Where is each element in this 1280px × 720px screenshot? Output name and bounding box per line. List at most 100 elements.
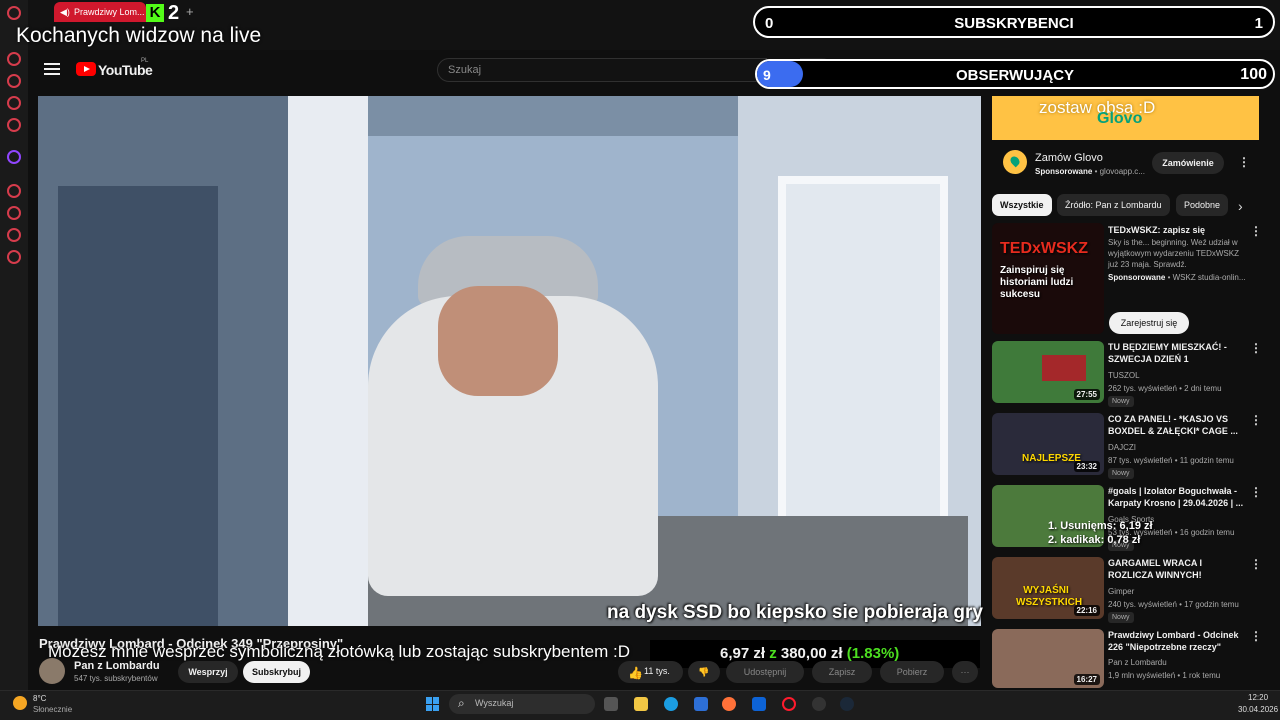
rec-badge: Nowy	[1108, 468, 1134, 479]
register-button[interactable]: Zarejestruj się	[1109, 312, 1189, 334]
rec-thumbnail[interactable]: NAJLEPSZE 23:32	[992, 413, 1104, 475]
sidebar-app-icon[interactable]	[7, 118, 21, 132]
rec-channel: WSKZ studia-onlin...	[1172, 273, 1246, 282]
chip-all[interactable]: Wszystkie	[992, 194, 1052, 216]
more-icon[interactable]: ⋮	[1238, 155, 1250, 169]
rec-channel[interactable]: Pan z Lombardu	[1108, 658, 1167, 667]
goal-sep: z	[769, 645, 777, 662]
new-tab-button[interactable]: +	[186, 4, 194, 19]
rec-meta: 262 tys. wyświetleń • 2 dni temu	[1108, 384, 1222, 393]
weather-sun-icon[interactable]	[13, 696, 27, 710]
tab-active[interactable]: ◀) Prawdziwy Lom...	[54, 2, 146, 22]
more-icon[interactable]: ⋮	[1250, 485, 1262, 499]
download-button[interactable]: Pobierz	[880, 661, 944, 683]
sidebar-app-icon[interactable]	[7, 206, 21, 220]
rec-title[interactable]: Prawdziwy Lombard - Odcinek 226 "Niepotr…	[1108, 629, 1244, 653]
more-icon[interactable]: ⋮	[1250, 224, 1262, 238]
rec-duration: 22:16	[1073, 605, 1100, 616]
rec-thumbnail[interactable]: 16:27	[992, 629, 1104, 688]
task-view-icon[interactable]	[604, 697, 618, 711]
opera-sidebar	[0, 0, 28, 690]
opera-logo-icon[interactable]	[7, 6, 21, 20]
rec-duration: 27:55	[1073, 389, 1100, 400]
thumbs-up-icon: 👍	[628, 666, 643, 680]
sidebar-app-icon[interactable]	[7, 52, 21, 66]
rec-channel[interactable]: DAJCZI	[1108, 443, 1136, 452]
like-count: 11 tys.	[644, 666, 670, 676]
store-icon[interactable]	[694, 697, 708, 711]
more-icon[interactable]: ⋮	[1250, 413, 1262, 427]
rec-thumbnail[interactable]: 27:55	[992, 341, 1104, 403]
order-button[interactable]: Zamówienie	[1152, 152, 1224, 174]
subscribe-button[interactable]: Subskrybuj	[243, 661, 310, 683]
chip-source[interactable]: Źródło: Pan z Lombardu	[1057, 194, 1170, 216]
edge-icon[interactable]	[664, 697, 678, 711]
donation-goal: 6,97 zł z 380,00 zł (1.83%)	[720, 645, 899, 662]
rec-title[interactable]: GARGAMEL WRACA I ROZLICZA WINNYCH!	[1108, 557, 1244, 581]
rec-meta: 240 tys. wyświetleń • 17 godzin temu	[1108, 600, 1239, 609]
channel-subs: 547 tys. subskrybentów	[74, 674, 158, 683]
like-button[interactable]: 👍 11 tys.	[618, 661, 683, 683]
ad-sponsor: Sponsorowane • glovoapp.c...	[1035, 167, 1145, 176]
thumb-house	[1042, 355, 1086, 381]
followers-count-right: 100	[1240, 66, 1267, 83]
rec-title[interactable]: TEDxWSKZ: zapisz się	[1108, 224, 1244, 236]
rec-thumbnail[interactable]: TEDxWSKZ Zainspiruj się historiami ludzi…	[992, 223, 1104, 334]
sidebar-app-icon[interactable]	[7, 96, 21, 110]
video-scene-open-window	[778, 176, 948, 536]
video-player[interactable]	[38, 96, 981, 626]
youtube-logo-text[interactable]: YouTube	[98, 62, 153, 78]
save-button[interactable]: Zapisz	[812, 661, 872, 683]
rec-badge: Nowy	[1108, 396, 1134, 407]
rec-title[interactable]: #goals | Izolator Boguchwała - Karpaty K…	[1108, 485, 1244, 509]
obs-icon[interactable]	[812, 697, 826, 711]
support-button[interactable]: Wesprzyj	[178, 661, 238, 683]
more-icon[interactable]: ⋮	[1250, 629, 1262, 643]
speaker-icon: ◀)	[60, 7, 70, 17]
thumb-caption: WYJAŚNI WSZYSTKICH	[1016, 585, 1083, 608]
donor-1: 1. Usunięms: 6,19 zł	[1048, 520, 1153, 532]
file-explorer-icon[interactable]	[634, 697, 648, 711]
opera-icon[interactable]	[782, 697, 796, 711]
firefox-icon[interactable]	[722, 697, 736, 711]
more-icon[interactable]: ⋮	[1250, 341, 1262, 355]
rec-thumbnail[interactable]: WYJAŚNI WSZYSTKICH 22:16	[992, 557, 1104, 619]
more-button[interactable]: ···	[952, 661, 978, 683]
rec-duration: 16:27	[1073, 674, 1100, 685]
subscribers-counter: 0 SUBSKRYBENCI 1	[753, 6, 1275, 38]
chip-related[interactable]: Podobne	[1176, 194, 1229, 216]
rec-title[interactable]: TU BĘDZIEMY MIESZKAĆ! - SZWECJA DZIEŃ 1	[1108, 341, 1244, 365]
ad-title[interactable]: Zamów Glovo	[1035, 152, 1103, 164]
followers-counter: 9 OBSERWUJĄCY 100	[755, 59, 1275, 89]
rec-title[interactable]: CO ZA PANEL! - *KASJO VS BOXDEL & ZAŁĘCK…	[1108, 413, 1244, 437]
share-button[interactable]: Udostępnij	[726, 661, 804, 683]
rec-sponsor: Sponsorowane	[1108, 273, 1166, 282]
subs-count-right: 1	[1254, 15, 1263, 32]
ted-brand: TEDxWSKZ	[1000, 240, 1088, 257]
rec-meta: Sponsorowane • WSKZ studia-onlin...	[1108, 273, 1246, 282]
steam-icon[interactable]	[840, 697, 854, 711]
chevron-right-icon[interactable]: ›	[1238, 198, 1243, 214]
dropbox-icon[interactable]	[752, 697, 766, 711]
search-input[interactable]: Szukaj	[437, 58, 767, 82]
menu-icon[interactable]	[44, 63, 60, 75]
settings-icon[interactable]	[7, 250, 21, 264]
clock-date: 30.04.2026	[1238, 705, 1279, 714]
sidebar-app-icon[interactable]	[7, 184, 21, 198]
dislike-button[interactable]: 👎	[688, 661, 720, 683]
sidebar-app-icon[interactable]	[7, 74, 21, 88]
ad-domain: glovoapp.c...	[1099, 167, 1145, 176]
rec-channel[interactable]: Gimper	[1108, 587, 1134, 596]
subs-label: SUBSKRYBENCI	[954, 15, 1074, 32]
taskbar-search[interactable]: Wyszukaj	[449, 694, 595, 714]
weather-temp: 8°C	[33, 694, 47, 703]
twitch-icon[interactable]	[7, 150, 21, 164]
rec-channel[interactable]: TUSZOL	[1108, 371, 1140, 380]
windows-start-icon[interactable]	[426, 697, 440, 711]
more-icon[interactable]: ⋮	[1250, 557, 1262, 571]
goal-percent: (1.83%)	[846, 645, 900, 662]
youtube-logo-icon[interactable]	[76, 62, 96, 76]
sidebar-app-icon[interactable]	[7, 228, 21, 242]
goal-target: 380,00 zł	[780, 645, 843, 662]
video-scene-face	[438, 286, 558, 396]
